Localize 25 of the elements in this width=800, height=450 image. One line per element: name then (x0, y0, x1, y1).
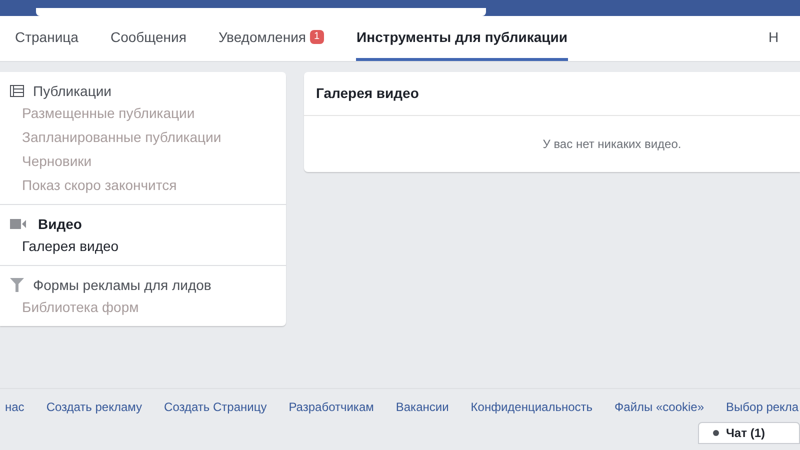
chat-button[interactable]: Чат (1) (698, 422, 800, 444)
section-heading[interactable]: Формы рекламы для лидов (33, 274, 212, 296)
video-camera-icon (10, 219, 26, 229)
tab[interactable]: Уведомления 1 (218, 16, 324, 61)
footer-link[interactable]: нас (5, 398, 24, 416)
footer-link[interactable]: Конфиденциальность (470, 398, 593, 416)
footer-link[interactable]: Разработчикам (288, 398, 374, 416)
footer-link[interactable]: Выбор рекла (726, 398, 799, 416)
tab[interactable]: Страница (15, 16, 78, 61)
notification-count: 1 (310, 30, 324, 44)
footer-link[interactable]: Файлы «cookie» (614, 398, 704, 416)
footer-link[interactable]: Создать Страницу (164, 398, 267, 416)
footer-link[interactable]: Создать рекламу (46, 398, 142, 416)
section-heading[interactable]: Видео (38, 214, 82, 234)
panel-title: Галерея видео (316, 84, 419, 103)
funnel-icon (10, 278, 24, 292)
search-field[interactable] (36, 8, 486, 16)
sidebar-link[interactable]: Галерея видео (22, 236, 119, 256)
tab[interactable]: Инструменты для публикации (356, 16, 568, 61)
section-heading[interactable]: Публикации (33, 80, 112, 102)
footer-link[interactable]: Вакансии (396, 398, 449, 416)
list-icon (10, 85, 24, 97)
tab[interactable]: Н (768, 16, 779, 61)
empty-message: У вас нет никаких видео. (542, 136, 682, 153)
tab[interactable]: Сообщения (110, 16, 186, 61)
